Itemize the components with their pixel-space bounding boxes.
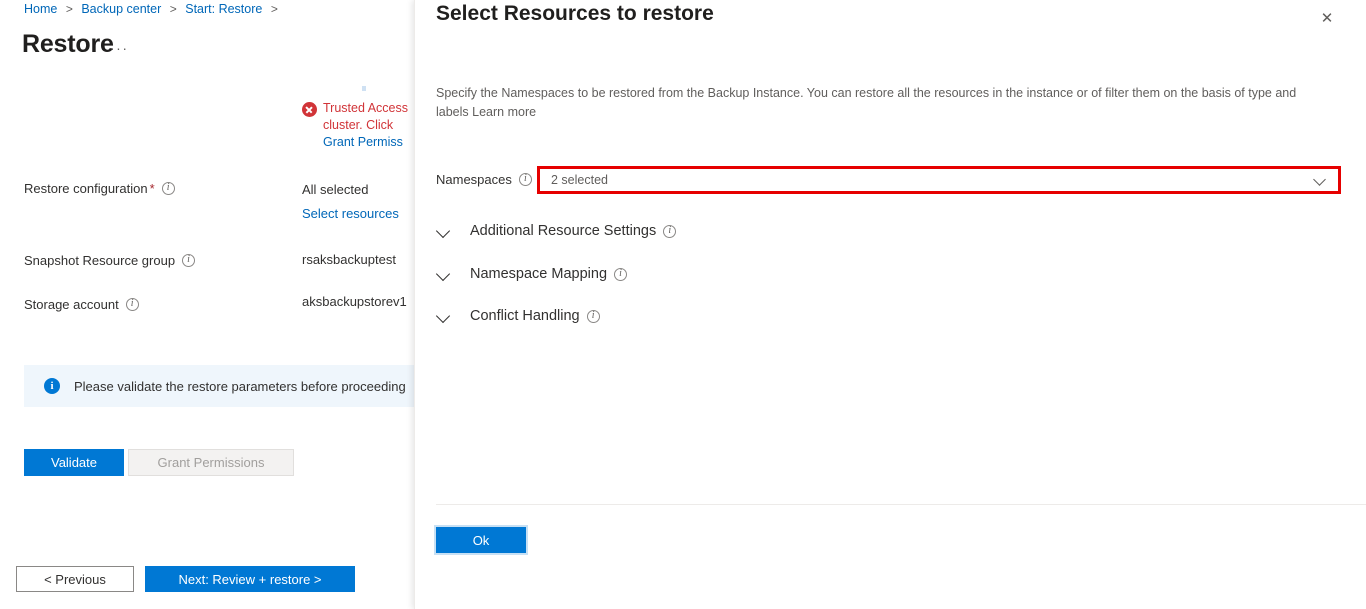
page-title: Restore [22, 30, 114, 58]
breadcrumb: Home > Backup center > Start: Restore > [24, 2, 283, 16]
field-label-restore-configuration: Restore configuration * [24, 180, 175, 196]
info-icon[interactable] [125, 296, 139, 311]
info-icon[interactable] [161, 180, 175, 195]
breadcrumb-separator: > [65, 2, 73, 16]
panel-title: Select Resources to restore [436, 2, 714, 25]
field-label-snapshot-resource-group: Snapshot Resource group [24, 252, 196, 268]
select-resources-link[interactable]: Select resources [302, 206, 399, 221]
breadcrumb-item-home[interactable]: Home [24, 2, 57, 16]
required-asterisk: * [149, 181, 155, 196]
chevron-down-icon [436, 309, 450, 323]
validation-info-text: Please validate the restore parameters b… [74, 378, 406, 394]
section-label: Namespace Mapping [470, 266, 608, 282]
field-value-restore-configuration: All selected [302, 182, 369, 197]
field-value-storage-account: aksbackupstorev1 [302, 294, 407, 309]
field-value-snapshot-resource-group: rsaksbackuptest [302, 252, 396, 267]
chevron-down-icon [436, 224, 450, 238]
info-circle-icon [44, 378, 60, 394]
namespaces-dropdown[interactable]: 2 selected [537, 166, 1341, 194]
namespaces-dropdown-value: 2 selected [551, 173, 608, 187]
breadcrumb-separator: > [169, 2, 177, 16]
namespaces-label-group: Namespaces [436, 171, 532, 187]
info-icon[interactable] [663, 223, 677, 238]
validation-info-bar: Please validate the restore parameters b… [24, 365, 414, 407]
page-more-menu-button[interactable]: ··· [110, 40, 129, 56]
ok-button[interactable]: Ok [436, 527, 526, 553]
error-circle-icon [302, 102, 317, 117]
app-root: Home > Backup center > Start: Restore > … [0, 0, 1366, 609]
error-message: Trusted Access cluster. Click [323, 101, 408, 132]
info-icon[interactable] [614, 266, 628, 281]
breadcrumb-item-start-restore[interactable]: Start: Restore [185, 2, 262, 16]
grant-permissions-button[interactable]: Grant Permissions [128, 449, 294, 476]
select-resources-panel: Select Resources to restore ✕ Specify th… [414, 0, 1366, 609]
info-icon[interactable] [518, 171, 532, 186]
previous-button[interactable]: < Previous [16, 566, 134, 592]
close-icon[interactable]: ✕ [1313, 4, 1341, 32]
section-namespace-mapping[interactable]: Namespace Mapping [436, 266, 1036, 282]
grant-permissions-link[interactable]: Grant Permiss [323, 134, 414, 151]
panel-footer-divider [436, 504, 1366, 505]
namespaces-label: Namespaces [436, 172, 512, 187]
validate-button[interactable]: Validate [24, 449, 124, 476]
restore-blade: Home > Backup center > Start: Restore > … [0, 0, 414, 609]
field-label-storage-account: Storage account [24, 296, 139, 312]
section-conflict-handling[interactable]: Conflict Handling [436, 308, 1036, 324]
info-icon[interactable] [182, 252, 196, 267]
breadcrumb-item-backup-center[interactable]: Backup center [81, 2, 161, 16]
section-label: Additional Resource Settings [470, 223, 657, 239]
section-additional-resource-settings[interactable]: Additional Resource Settings [436, 223, 1036, 239]
chevron-down-icon [436, 267, 450, 281]
info-icon[interactable] [586, 308, 600, 323]
panel-description: Specify the Namespaces to be restored fr… [436, 86, 1297, 119]
chevron-down-icon [1314, 174, 1326, 186]
breadcrumb-separator-trailing: > [270, 2, 278, 16]
next-review-restore-button[interactable]: Next: Review + restore > [145, 566, 355, 592]
section-label: Conflict Handling [470, 308, 580, 324]
decorative-mark [362, 86, 366, 91]
